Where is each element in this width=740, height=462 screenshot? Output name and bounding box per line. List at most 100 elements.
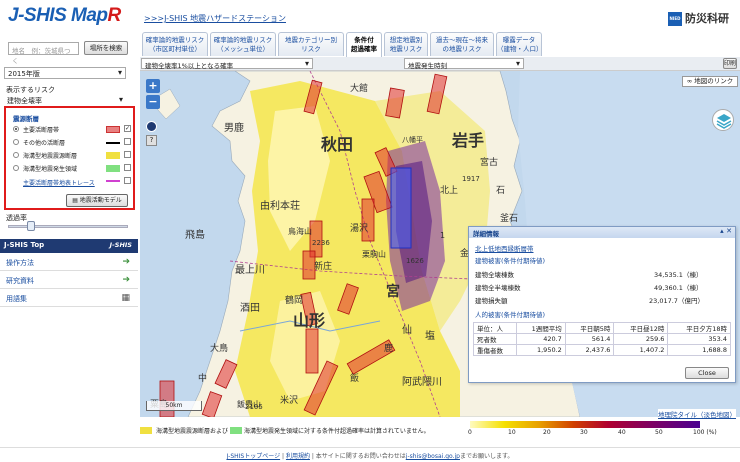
opacity-slider[interactable] — [8, 225, 128, 228]
map-label: 鶴岡 — [285, 296, 304, 306]
probability-select[interactable]: 建物全壊率1%以上となる確率 — [141, 58, 313, 70]
table-row: 重傷者数 1,950.2 2,437.6 1,407.2 1,688.8 — [472, 344, 731, 356]
fault-row-major[interactable]: 主要活断層帯 ✓ — [13, 125, 131, 135]
bldg-row-value: 49,360.1（棟） — [654, 284, 703, 292]
map-label: 大館 — [350, 84, 369, 94]
legend-color-ramp — [470, 421, 700, 428]
fault-name-link[interactable]: 北上低地西縁断層帯 — [475, 243, 534, 253]
bldg-row-label: 建物全半壊棟数 — [475, 284, 521, 292]
fault-row-label: 海溝型地震震源断層 — [23, 153, 78, 160]
menu-item-glossary[interactable]: 用語集 ▦ — [0, 289, 138, 307]
map-label: 1626 — [406, 257, 424, 265]
map-label: 石 — [496, 186, 506, 196]
map-label: 新庄 — [314, 262, 333, 272]
close-button[interactable]: Close — [685, 367, 729, 379]
footer: J-SHISトップページ | 利用規約 | 本サイトに関するお問い合わせはj-s… — [0, 447, 740, 462]
fault-rect[interactable] — [361, 198, 375, 242]
org-logo[interactable]: NIED 防災科研 — [668, 10, 729, 26]
time-select[interactable]: 地震発生時刻 — [404, 58, 524, 70]
check-major[interactable]: ✓ — [124, 125, 131, 132]
map-label: 米沢 — [280, 396, 299, 406]
map-label: 八幡平 — [402, 136, 423, 144]
map-link-button[interactable]: ∞ 地図のリンク — [682, 76, 738, 87]
legend-tick: 30 — [580, 429, 588, 436]
seismic-model-button[interactable]: ▤ 地震活動モデル — [66, 194, 128, 207]
map-label: 秋田 — [321, 135, 354, 154]
search-button[interactable]: 場所を検索 — [84, 41, 128, 55]
search-input[interactable]: 地名 例：茨城県つく — [8, 42, 79, 65]
table-cell: 平日昼12時 — [613, 322, 669, 334]
check-trace[interactable] — [124, 177, 131, 184]
bldg-row-value: 34,535.1（棟） — [654, 271, 703, 279]
legend-note-yellow: 海溝型地震震源断層および — [156, 428, 229, 435]
map-label: 栗駒山 — [362, 250, 386, 259]
footer-terms-link[interactable]: 利用規約 — [286, 453, 310, 460]
book-icon: ▦ — [121, 293, 130, 303]
selected-fault-rect[interactable] — [390, 167, 412, 249]
radio-other[interactable] — [13, 139, 19, 145]
year-select[interactable]: 2015年版 — [4, 67, 126, 79]
jshis-small-logo: J-SHIS — [109, 241, 132, 249]
tab-label: 確率論的地震リスク — [145, 36, 205, 44]
check-trench-area[interactable] — [124, 164, 131, 171]
jshis-top-header[interactable]: J-SHIS Top J-SHIS — [0, 239, 138, 253]
footer-top-link[interactable]: J-SHISトップページ — [227, 453, 281, 460]
map-label: 岩手 — [452, 131, 485, 150]
radio-trench-source[interactable] — [13, 152, 19, 158]
fault-rect[interactable] — [305, 328, 319, 374]
check-trench-source[interactable] — [124, 151, 131, 158]
print-button[interactable]: 印刷 — [723, 58, 737, 69]
tab-exposure[interactable]: 曝露データ （建物・人口） — [496, 32, 543, 56]
fault-row-trench-area[interactable]: 海溝型地震発生領域 — [13, 164, 131, 174]
surface-trace-link[interactable]: 主要活断層帯地表トレース — [23, 178, 95, 187]
map-label: 鳥海山 — [288, 227, 312, 236]
map-label: 男鹿 — [224, 123, 244, 134]
table-cell: 1,688.8 — [667, 344, 731, 356]
map-label: 1917 — [462, 175, 480, 183]
legend-tick: 10 — [508, 429, 516, 436]
menu-item-research[interactable]: 研究資料 ➔ — [0, 271, 138, 289]
layers-button[interactable] — [712, 109, 734, 131]
footer-email-link[interactable]: j-shis@bosai.go.jp — [406, 453, 460, 460]
casualty-table: 単位：人 1週間平均 平日朝5時 平日昼12時 平日夕方18時 死者数 420.… — [472, 322, 731, 356]
tab-scenario-risk[interactable]: 想定地震別 地震リスク — [384, 32, 428, 56]
radio-major[interactable] — [13, 126, 19, 132]
radio-trench-area[interactable] — [13, 165, 19, 171]
tab-label: 曝露データ — [502, 36, 536, 44]
tab-timeline-risk[interactable]: 過去〜現在〜将来 の地震リスク — [430, 32, 494, 56]
map-label: 北上 — [440, 186, 459, 196]
swatch-trench-area — [106, 165, 120, 172]
zoom-in-button[interactable]: + — [146, 79, 160, 93]
seismic-model-label: 地震活動モデル — [79, 197, 122, 204]
bldg-row-label: 建物全壊棟数 — [475, 271, 514, 279]
table-cell: 死者数 — [472, 333, 518, 345]
left-panel: 地名 例：茨城県つく 場所を検索 2015年版 表示するリスク 建物全壊率 震源… — [0, 30, 138, 462]
tab-category-risk[interactable]: 地震カテゴリー別 リスク — [278, 32, 344, 56]
jshis-logo[interactable]: J-SHIS MapR — [8, 5, 121, 27]
legend-tick: 50 — [655, 429, 663, 436]
map-label: 湯沢 — [350, 224, 369, 234]
tab-label: 地震リスク — [389, 45, 423, 53]
help-icon[interactable]: ? — [146, 135, 157, 146]
map-label: 仙 — [402, 325, 412, 336]
footer-text: 本サイトに関するお問い合わせは — [315, 453, 406, 460]
tab-mesh-risk[interactable]: 確率論的地震リスク （メッシュ単位） — [210, 32, 276, 56]
logo-text: J-SHIS Map — [8, 5, 108, 26]
fault-row-label: その他の活断層 — [23, 140, 66, 147]
menu-item-howto[interactable]: 操作方法 ➔ — [0, 253, 138, 271]
opacity-slider-handle[interactable] — [27, 221, 35, 231]
tab-municipal-risk[interactable]: 確率論的地震リスク （市区町村単位） — [142, 32, 208, 56]
map-label: 山形 — [293, 311, 326, 330]
detail-window-controls[interactable]: ▴ ✕ — [720, 227, 732, 235]
map-label: 飯 — [350, 374, 360, 384]
fault-row-other[interactable]: その他の活断層 — [13, 138, 131, 148]
logo-r: R — [107, 5, 122, 26]
tile-credit-link[interactable]: 地理院タイル（淡色地図） — [658, 409, 736, 419]
tab-label: （メッシュ単位） — [217, 45, 269, 53]
tab-conditional-prob[interactable]: 条件付 超過確率 — [346, 32, 382, 57]
fault-row-trench-source[interactable]: 海溝型地震震源断層 — [13, 151, 131, 161]
zoom-out-button[interactable]: − — [146, 95, 160, 109]
breadcrumb-link[interactable]: >>>J-SHIS 地震ハザードステーション — [144, 13, 286, 24]
locate-icon[interactable] — [146, 121, 157, 132]
check-other[interactable] — [124, 138, 131, 145]
